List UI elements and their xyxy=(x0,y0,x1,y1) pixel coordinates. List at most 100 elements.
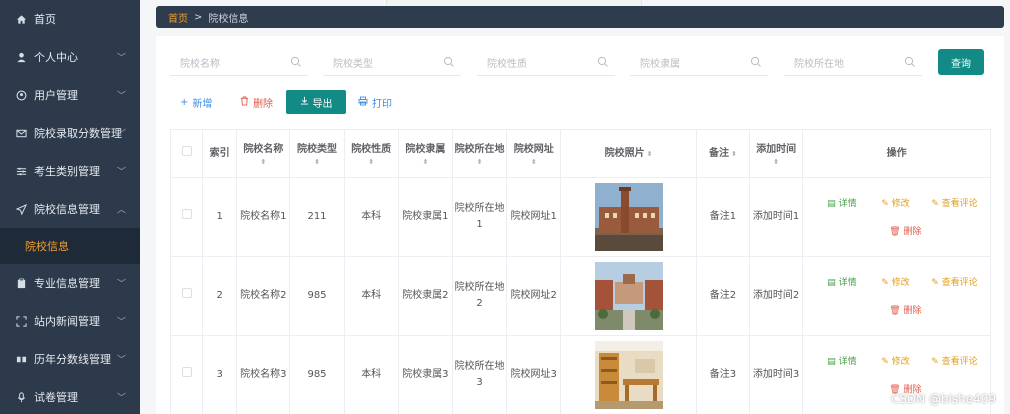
add-button[interactable]: + 新增 xyxy=(180,90,212,114)
cell-name: 院校名称1 xyxy=(236,177,291,257)
delete-button[interactable]: 删除 xyxy=(240,90,273,114)
search-placeholder: 院校性质 xyxy=(487,59,527,70)
watermark: CSDN @bishe409 xyxy=(890,392,996,406)
sort-icon[interactable]: ⬍ xyxy=(731,150,737,158)
college-photo[interactable] xyxy=(594,262,663,330)
sidebar-subitem-college-info[interactable]: 院校信息 xyxy=(0,228,140,264)
sidebar-item-major-info[interactable]: 专业信息管理 ﹀ xyxy=(0,264,140,302)
data-table: 索引 院校名称 ⬍ 院校类型 ⬍ 院校性质 ⬍ 院校隶属 ⬍ 院校所在地 ⬍ 院校网址 ⬍ … xyxy=(169,129,991,414)
college-photo[interactable] xyxy=(594,183,663,251)
column-header-name[interactable]: 院校名称 ⬍ xyxy=(236,129,291,178)
row-checkbox[interactable] xyxy=(169,335,204,414)
table-row: 3 院校名称3 985 本科 院校隶属3 院校所在地3 院校网址3 备注3 添加… xyxy=(169,335,991,414)
row-delete-button[interactable]: 🗑 删除 xyxy=(889,303,921,319)
chevron-down-icon: ﹀ xyxy=(116,279,126,290)
detail-button[interactable]: ▤ 详情 xyxy=(827,275,856,291)
search-icon xyxy=(750,56,761,67)
sort-icon[interactable]: ⬍ xyxy=(399,158,452,166)
search-input-college-type[interactable]: 院校类型 xyxy=(323,50,461,76)
search-placeholder: 院校所在地 xyxy=(794,59,844,70)
chevron-down-icon: ﹀ xyxy=(116,167,126,178)
sort-icon[interactable]: ⬍ xyxy=(237,158,289,166)
search-input-college-name[interactable]: 院校名称 xyxy=(170,50,308,76)
breadcrumb-home[interactable]: 首页 xyxy=(168,10,188,25)
column-header-type[interactable]: 院校类型 ⬍ xyxy=(289,129,345,178)
edit-button[interactable]: ✎ 修改 xyxy=(881,354,909,370)
cell-actions: ▤ 详情 ✎ 修改 ✎ 查看评论 🗑 删除 xyxy=(802,177,991,257)
sidebar-item-college-info[interactable]: 院校信息管理 ︿ xyxy=(0,190,140,228)
sidebar-item-exams[interactable]: 试卷管理 ﹀ xyxy=(0,378,140,414)
add-button-label: 新增 xyxy=(192,98,213,110)
sidebar-item-admission-scores[interactable]: 院校录取分数管理 ﹀ xyxy=(0,114,140,152)
row-delete-button[interactable]: 🗑 删除 xyxy=(889,224,921,240)
cell-url: 院校网址1 xyxy=(506,177,562,257)
select-all-checkbox[interactable] xyxy=(169,129,204,178)
cell-nature: 本科 xyxy=(343,256,399,336)
edit-button[interactable]: ✎ 修改 xyxy=(881,196,909,212)
sidebar-item-users[interactable]: 用户管理 ﹀ xyxy=(0,76,140,114)
view-comments-button[interactable]: ✎ 查看评论 xyxy=(931,196,977,212)
content-card: 院校名称 院校类型 院校性质 院校隶属 院校所在地 查询 + 新增 删除 导出 … xyxy=(156,36,1004,414)
cell-url: 院校网址3 xyxy=(506,335,562,414)
cell-time: 添加时间3 xyxy=(749,335,804,414)
export-button[interactable]: 导出 xyxy=(286,90,346,114)
column-header-affiliation[interactable]: 院校隶属 ⬍ xyxy=(397,129,453,178)
sort-icon[interactable]: ⬍ xyxy=(507,158,560,166)
cell-actions: ▤ 详情 ✎ 修改 ✎ 查看评论 🗑 删除 xyxy=(802,256,991,336)
cell-url: 院校网址2 xyxy=(506,256,562,336)
column-header-time[interactable]: 添加时间 ⬍ xyxy=(749,129,804,178)
cell-photo xyxy=(560,177,697,257)
column-header-index: 索引 xyxy=(202,129,238,178)
printer-icon xyxy=(358,96,368,109)
cell-type: 985 xyxy=(289,256,345,336)
search-input-college-affiliation[interactable]: 院校隶属 xyxy=(630,50,768,76)
search-input-college-nature[interactable]: 院校性质 xyxy=(477,50,615,76)
delete-button-label: 删除 xyxy=(253,98,273,110)
column-header-photo[interactable]: 院校照片 ⬍ xyxy=(560,129,697,178)
cell-type: 211 xyxy=(289,177,345,257)
detail-button[interactable]: ▤ 详情 xyxy=(827,196,856,212)
search-placeholder: 院校隶属 xyxy=(640,59,680,70)
column-header-note[interactable]: 备注 ⬍ xyxy=(695,129,751,178)
sidebar: 首页 个人中心 ﹀ 用户管理 ﹀ 院校录取分数管理 ﹀ 考生类别管理 ﹀ 院校信… xyxy=(0,0,140,414)
edit-button[interactable]: ✎ 修改 xyxy=(881,275,909,291)
view-comments-button[interactable]: ✎ 查看评论 xyxy=(931,275,977,291)
query-button[interactable]: 查询 xyxy=(938,49,984,75)
user-icon xyxy=(14,50,28,64)
mail-icon xyxy=(14,126,28,140)
print-button[interactable]: 打印 xyxy=(358,90,392,114)
search-input-college-location[interactable]: 院校所在地 xyxy=(784,50,922,76)
cell-nature: 本科 xyxy=(343,335,399,414)
sort-icon[interactable]: ⬍ xyxy=(750,158,802,166)
row-checkbox[interactable] xyxy=(169,256,204,336)
cell-time: 添加时间1 xyxy=(749,177,804,257)
view-comments-button[interactable]: ✎ 查看评论 xyxy=(931,354,977,370)
sort-icon[interactable]: ⬍ xyxy=(345,158,398,166)
column-header-location[interactable]: 院校所在地 ⬍ xyxy=(451,129,508,178)
cell-location: 院校所在地2 xyxy=(451,256,508,336)
sidebar-item-label: 专业信息管理 xyxy=(34,277,100,290)
column-header-nature[interactable]: 院校性质 ⬍ xyxy=(343,129,399,178)
college-photo[interactable] xyxy=(594,341,663,409)
row-checkbox[interactable] xyxy=(169,177,204,257)
user-circle-icon xyxy=(14,88,28,102)
cell-nature: 本科 xyxy=(343,177,399,257)
chevron-down-icon: ﹀ xyxy=(116,53,126,64)
sort-icon[interactable]: ⬍ xyxy=(647,150,653,158)
sort-icon[interactable]: ⬍ xyxy=(453,158,506,166)
cell-index: 3 xyxy=(202,335,238,414)
sidebar-item-candidate-types[interactable]: 考生类别管理 ﹀ xyxy=(0,152,140,190)
column-header-url[interactable]: 院校网址 ⬍ xyxy=(506,129,562,178)
sidebar-item-label: 站内新闻管理 xyxy=(34,315,100,328)
cell-note: 备注2 xyxy=(695,256,751,336)
sidebar-item-label: 历年分数线管理 xyxy=(34,353,111,366)
detail-button[interactable]: ▤ 详情 xyxy=(827,354,856,370)
sidebar-item-news[interactable]: 站内新闻管理 ﹀ xyxy=(0,302,140,340)
sidebar-item-label: 首页 xyxy=(34,13,56,26)
sidebar-item-profile[interactable]: 个人中心 ﹀ xyxy=(0,38,140,76)
cell-index: 1 xyxy=(202,177,238,257)
sidebar-item-score-lines[interactable]: 历年分数线管理 ﹀ xyxy=(0,340,140,378)
sidebar-item-home[interactable]: 首页 xyxy=(0,0,140,38)
sort-icon[interactable]: ⬍ xyxy=(290,158,343,166)
breadcrumb-separator: > xyxy=(194,11,203,23)
